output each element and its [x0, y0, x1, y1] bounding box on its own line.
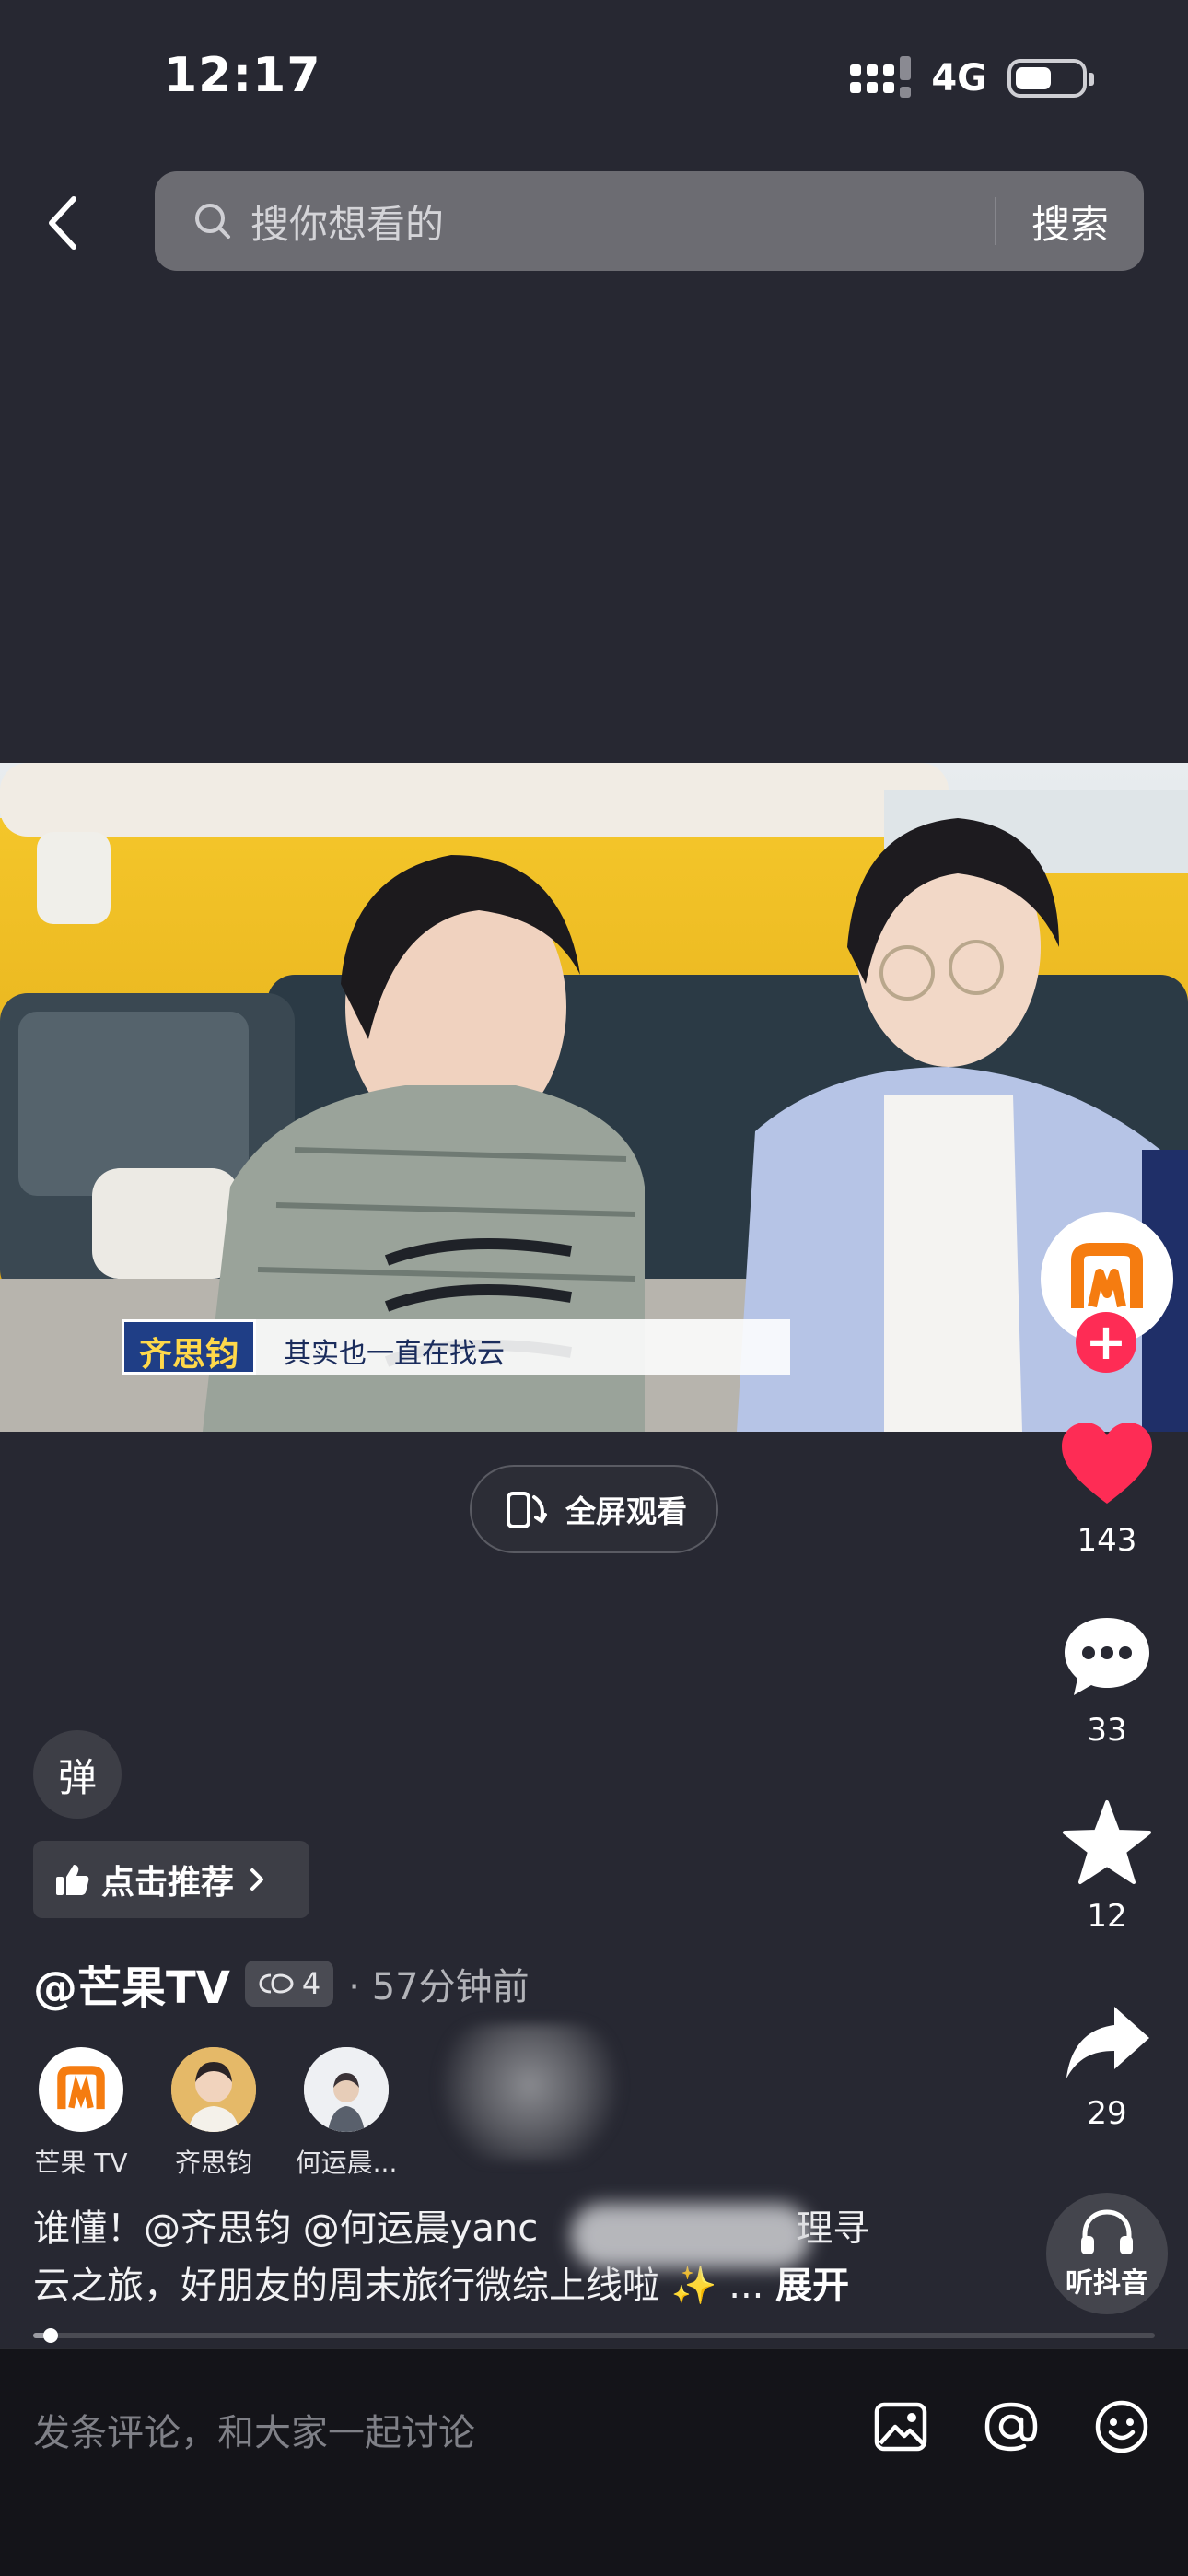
redacted-mention	[571, 2204, 810, 2268]
signal-icon	[850, 55, 912, 98]
listen-button[interactable]: 听抖音	[1046, 2193, 1168, 2314]
mention-at-icon[interactable]	[982, 2397, 1041, 2456]
subtitle-bar: 齐思钧 其实也一直在找云	[122, 1319, 791, 1375]
share-button[interactable]: 29	[1050, 2001, 1164, 2132]
listen-label: 听抖音	[1066, 2267, 1148, 2300]
comment-button[interactable]: 33	[1050, 1612, 1164, 1749]
person-item[interactable]: 齐思钧	[166, 2047, 262, 2180]
danmu-toggle-button[interactable]: 弹	[33, 1730, 122, 1819]
video-description[interactable]: 谁懂！@齐思钧 @何运晨yanc 理寻 云之旅，好朋友的周末旅行微综上线啦 ✨ .…	[33, 2200, 1028, 2314]
rotate-screen-icon	[507, 1492, 547, 1528]
subtitle-text: 其实也一直在找云	[256, 1319, 791, 1375]
chevron-left-icon	[49, 196, 76, 250]
video-detail-page: 12:17 4G 搜你想看的 搜索 齐思钧 其实也一直在找云 全屏观看 + 14…	[0, 0, 1188, 2576]
person-name: 何运晨...	[295, 2148, 398, 2178]
follow-button[interactable]: +	[1076, 1312, 1136, 1373]
subtitle-speaker: 齐思钧	[122, 1319, 257, 1375]
fullscreen-label: 全屏观看	[565, 1493, 687, 1529]
star-icon	[1063, 1800, 1151, 1884]
search-input[interactable]: 搜你想看的	[250, 193, 995, 250]
emoji-icon[interactable]	[1092, 2397, 1151, 2456]
avatar	[39, 2047, 123, 2132]
recommend-button[interactable]: 点击推荐	[33, 1841, 309, 1918]
person-photo-icon	[171, 2047, 256, 2132]
share-arrow-icon	[1066, 2007, 1149, 2078]
recommend-label: 点击推荐	[101, 1864, 235, 1902]
video-progress-bar[interactable]	[33, 2328, 1155, 2343]
mentioned-people: 芒果 TV 齐思钧 何运晨...	[33, 2047, 397, 2180]
comment-count: 33	[1087, 1712, 1127, 1749]
description-line-2: 云之旅，好朋友的周末旅行微综上线啦 ✨ ... 展开	[33, 2257, 1028, 2314]
thumbs-up-icon	[56, 1865, 89, 1895]
collab-icon	[259, 1973, 294, 1994]
status-indicators: 4G	[850, 55, 1094, 100]
heart-icon	[1062, 1423, 1152, 1504]
favorite-button[interactable]: 12	[1050, 1798, 1164, 1935]
like-count: 143	[1077, 1522, 1137, 1559]
like-button[interactable]: 143	[1050, 1419, 1164, 1559]
person-name: 芒果 TV	[34, 2148, 128, 2178]
avatar	[171, 2047, 256, 2132]
video-player[interactable]: 齐思钧 其实也一直在找云	[0, 763, 1188, 1432]
back-button[interactable]	[37, 184, 92, 258]
comment-input[interactable]: 发条评论，和大家一起讨论	[33, 2403, 475, 2456]
comment-bar: 发条评论，和大家一起讨论	[0, 2348, 1188, 2576]
avatar	[304, 2047, 389, 2132]
battery-icon	[1007, 59, 1094, 98]
status-time: 12:17	[164, 48, 321, 103]
search-icon	[195, 204, 230, 239]
collab-tag[interactable]: 4	[244, 1961, 334, 2007]
image-icon[interactable]	[871, 2397, 930, 2456]
author-line: @芒果TV 4 · 57分钟前	[33, 1951, 530, 2016]
person-name: 齐思钧	[174, 2148, 252, 2178]
person-item[interactable]: 芒果 TV	[33, 2047, 129, 2180]
search-button[interactable]: 搜索	[996, 193, 1144, 250]
progress-knob[interactable]	[43, 2328, 59, 2343]
fullscreen-button[interactable]: 全屏观看	[470, 1465, 718, 1553]
favorite-count: 12	[1087, 1898, 1127, 1935]
chevron-right-icon	[250, 1868, 264, 1891]
network-type: 4G	[931, 57, 987, 100]
description-line-1: 谁懂！@齐思钧 @何运晨yanc 理寻	[33, 2200, 1028, 2257]
comment-bubble-icon	[1065, 1618, 1149, 1695]
collab-count: 4	[301, 1966, 321, 2001]
person-item[interactable]: 何运晨...	[296, 2047, 397, 2180]
share-count: 29	[1087, 2095, 1127, 2132]
author-name[interactable]: @芒果TV	[33, 1951, 230, 2016]
blurred-avatar	[433, 2023, 626, 2161]
mango-tv-logo-icon	[57, 2066, 105, 2110]
headphones-icon	[1081, 2209, 1133, 2254]
expand-link[interactable]: 展开	[775, 2265, 849, 2307]
mango-tv-logo-icon	[1071, 1243, 1143, 1308]
person-photo-icon	[304, 2047, 389, 2132]
description-text-start: 谁懂！@齐思钧 @何运晨yanc	[33, 2207, 539, 2250]
description-text-end: 云之旅，好朋友的周末旅行微综上线啦 ✨ ...	[33, 2265, 764, 2307]
post-time: · 57分钟前	[348, 1966, 530, 2008]
search-bar[interactable]: 搜你想看的 搜索	[155, 171, 1144, 271]
